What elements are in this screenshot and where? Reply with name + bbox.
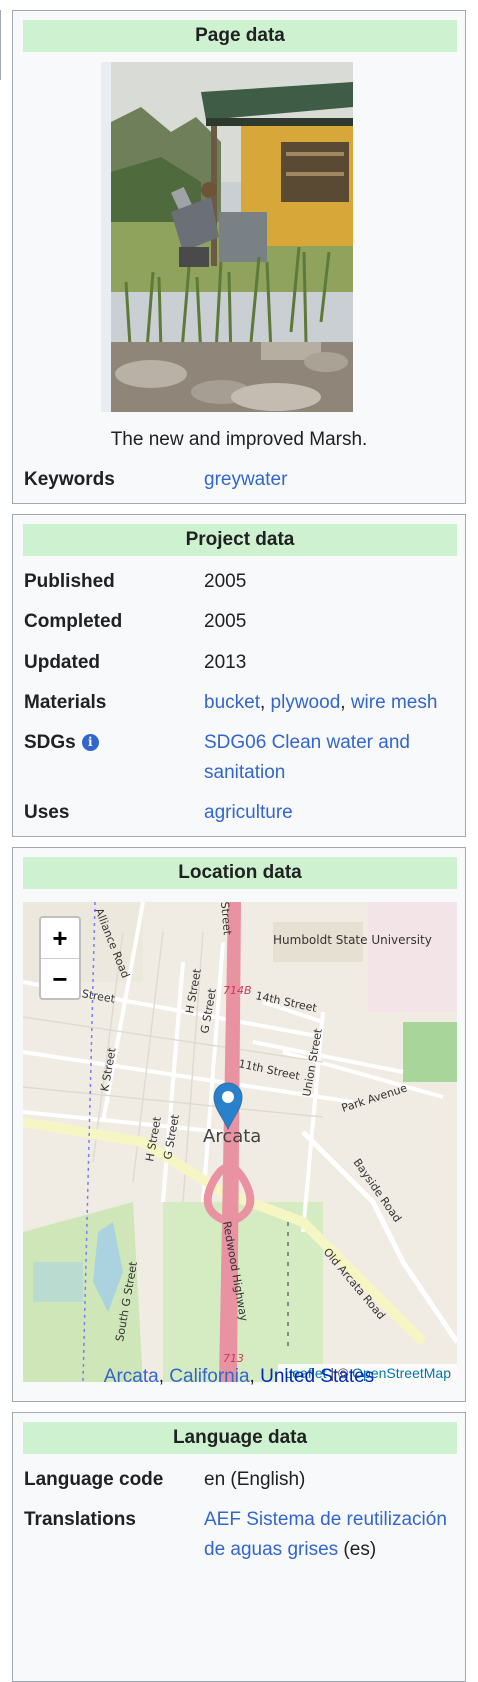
uses-label: Uses [24, 802, 70, 823]
completed-value: 2005 [204, 611, 247, 632]
map-tiles: Humboldt State University Arcata 11th St… [23, 902, 457, 1382]
map-label-713: 713 [223, 1352, 244, 1365]
location-map[interactable]: Humboldt State University Arcata 11th St… [23, 902, 457, 1382]
updated-label: Updated [24, 652, 100, 673]
map-label-714b: 714B [223, 984, 252, 997]
materials-label: Materials [24, 692, 107, 713]
material-link-wire-mesh[interactable]: wire mesh [351, 692, 438, 713]
map-label-university: Humboldt State University [273, 933, 432, 947]
language-code-value: en (English) [204, 1469, 306, 1490]
marsh-photo[interactable] [101, 62, 353, 412]
keyword-link-greywater[interactable]: greywater [204, 469, 458, 491]
translation-lang: (es) [338, 1539, 377, 1560]
materials-value: bucket, plywood, wire mesh [204, 692, 438, 713]
project-data-title: Project data [23, 524, 457, 556]
language-code-label: Language code [24, 1469, 164, 1490]
map-marker-icon[interactable] [212, 1080, 244, 1130]
location-link-united-states[interactable]: United States [260, 1366, 374, 1387]
published-label: Published [24, 571, 115, 592]
location-links: Arcata, California, United States [103, 1366, 375, 1387]
location-link-california[interactable]: California [169, 1366, 249, 1387]
zoom-out-icon[interactable]: − [41, 958, 79, 999]
zoom-control: + − [39, 916, 81, 1000]
language-data-box: Language data Language code en (English)… [12, 1412, 466, 1682]
material-link-bucket[interactable]: bucket [204, 692, 260, 713]
location-data-title: Location data [23, 857, 457, 889]
translations-label: Translations [24, 1509, 136, 1530]
page-data-box: Page data The new and improved Marsh. Ke… [12, 10, 466, 504]
translation-link-es[interactable]: AEF Sistema de reutilización de aguas gr… [204, 1509, 447, 1560]
page-edge-left [0, 10, 1, 80]
info-icon[interactable]: i [81, 734, 99, 751]
location-link-arcata[interactable]: Arcata [104, 1366, 159, 1387]
completed-label: Completed [24, 611, 123, 632]
sdgs-label-wrap: SDGs i [24, 732, 99, 754]
keywords-row: Keywords greywater [24, 469, 458, 497]
zoom-in-icon[interactable]: + [41, 918, 79, 958]
sdg-link[interactable]: SDG06 Clean water and sanitation [204, 728, 458, 788]
sdgs-label: SDGs [24, 732, 76, 753]
location-data-box: Location data Humboldt State University … [12, 847, 466, 1402]
published-value: 2005 [204, 571, 247, 592]
language-data-title: Language data [23, 1422, 457, 1454]
keywords-label: Keywords [24, 469, 115, 490]
photo-caption: The new and improved Marsh. [110, 429, 368, 450]
uses-link-agriculture[interactable]: agriculture [204, 802, 458, 824]
translations-value: AEF Sistema de reutilización de aguas gr… [204, 1505, 458, 1565]
material-link-plywood[interactable]: plywood [271, 692, 341, 713]
page-data-title: Page data [23, 20, 457, 52]
marsh-photo-image [101, 62, 353, 412]
updated-value: 2013 [204, 652, 247, 673]
project-data-box: Project data Published 2005 Completed 20… [12, 514, 466, 837]
